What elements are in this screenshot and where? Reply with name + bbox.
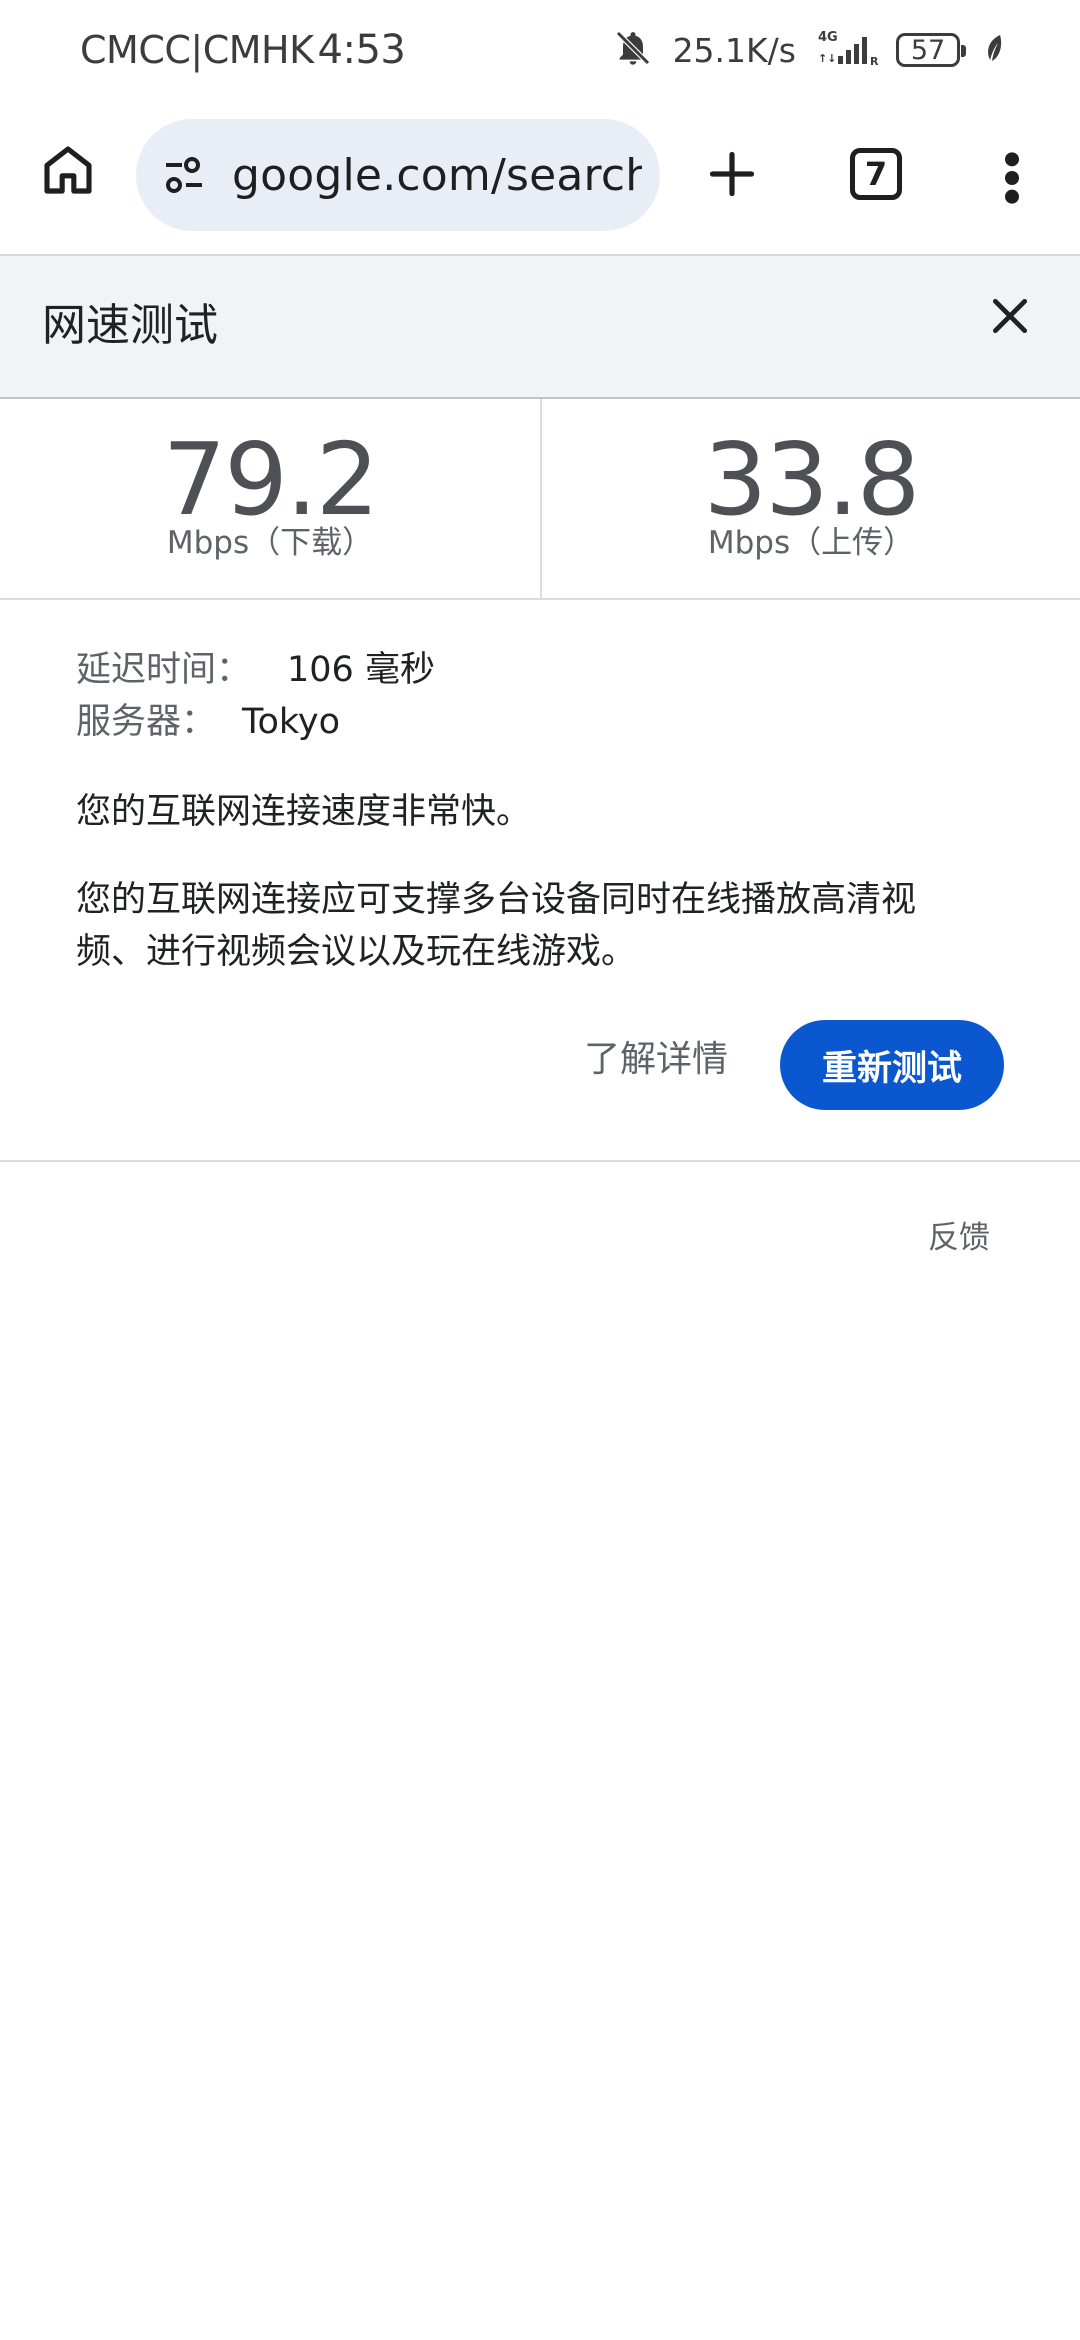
speed-test-header: 网速测试 — [0, 256, 1080, 399]
divider — [0, 1160, 1080, 1162]
tab-switcher-button[interactable]: 7 — [850, 148, 902, 200]
feedback-link[interactable]: 反馈 — [928, 1214, 990, 1262]
test-details: 延迟时间： 106 毫秒 服务器： Tokyo — [76, 644, 976, 748]
url-text[interactable]: google.com/search?q — [232, 150, 642, 201]
upload-value: 33.8 — [703, 421, 921, 538]
svg-text:↑↓: ↑↓ — [818, 52, 836, 65]
latency-label: 延迟时间： — [76, 650, 252, 690]
carrier-name: CMCC|CMHK — [80, 28, 314, 72]
leaf-icon — [984, 33, 1004, 67]
network-speed: 25.1K/s — [672, 30, 796, 70]
latency-row: 延迟时间： 106 毫秒 — [76, 644, 976, 696]
speed-description: 您的互联网连接应可支撑多台设备同时在线播放高清视频、进行视频会议以及玩在线游戏。 — [76, 880, 917, 972]
bell-off-icon — [613, 28, 653, 72]
upload-unit: Mbps（上传） — [707, 525, 915, 561]
download-result: 79.2 Mbps（下载） — [0, 399, 540, 598]
browser-toolbar: google.com/search?q 7 — [0, 100, 1080, 256]
signal-4g-icon: 4G ↑↓ R — [816, 28, 882, 72]
tab-count: 7 — [864, 155, 888, 193]
close-button[interactable] — [984, 290, 1036, 342]
battery-icon: 57 — [896, 33, 966, 67]
site-settings-icon[interactable] — [158, 149, 210, 201]
status-right: 25.1K/s 4G ↑↓ R 57 — [613, 22, 1004, 78]
server-row: 服务器： Tokyo — [76, 696, 976, 748]
clock: 4:53 — [317, 27, 406, 73]
address-bar[interactable]: google.com/search?q — [136, 119, 660, 231]
browser-menu-button[interactable] — [984, 142, 1040, 214]
close-icon — [992, 298, 1028, 334]
status-bar: CMCC|CMHK 4:53 25.1K/s 4G ↑↓ R 57 — [0, 0, 1080, 100]
svg-text:4G: 4G — [818, 30, 838, 45]
server-label: 服务器： — [76, 702, 217, 742]
panel-title: 网速测试 — [42, 300, 218, 351]
more-vert-icon — [1005, 152, 1019, 204]
home-button[interactable] — [36, 138, 100, 202]
new-tab-button[interactable] — [700, 142, 764, 206]
home-icon — [44, 146, 92, 194]
upload-result: 33.8 Mbps（上传） — [540, 399, 1080, 598]
learn-more-link[interactable]: 了解详情 — [584, 1030, 728, 1090]
plus-icon — [709, 151, 755, 197]
speed-summary: 您的互联网连接速度非常快。 — [76, 792, 532, 832]
retest-button[interactable]: 重新测试 — [780, 1020, 1004, 1110]
latency-value: 106 毫秒 — [287, 650, 435, 690]
svg-text:R: R — [870, 55, 879, 68]
download-unit: Mbps（下载） — [166, 525, 374, 561]
speed-results: 79.2 Mbps（下载） 33.8 Mbps（上传） — [0, 399, 1080, 600]
battery-level: 57 — [910, 34, 946, 66]
status-left: CMCC|CMHK 4:53 — [80, 22, 406, 78]
server-value: Tokyo — [242, 702, 341, 742]
download-value: 79.2 — [162, 421, 380, 538]
